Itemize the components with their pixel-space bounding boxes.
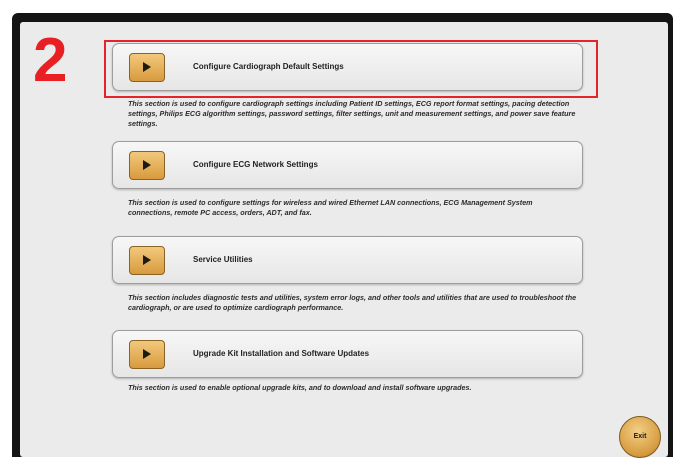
highlight-box	[104, 40, 598, 98]
section-button-label: Service Utilities	[193, 255, 253, 264]
section-description: This section includes diagnostic tests a…	[128, 293, 577, 312]
play-icon	[129, 340, 165, 369]
upgrade-kit-installation-button[interactable]: Upgrade Kit Installation and Software Up…	[112, 330, 583, 378]
play-icon	[129, 246, 165, 275]
section-description: This section is used to configure cardio…	[128, 99, 576, 128]
section-description: This section is used to enable optional …	[128, 383, 472, 392]
section-description: This section is used to configure settin…	[128, 198, 533, 217]
step-number: 2	[33, 26, 68, 95]
play-icon	[129, 151, 165, 180]
service-utilities-button[interactable]: Service Utilities	[112, 236, 583, 284]
section-button-label: Upgrade Kit Installation and Software Up…	[193, 349, 370, 358]
exit-button[interactable]: Exit	[619, 416, 661, 458]
section-button-label: Configure ECG Network Settings	[193, 160, 318, 169]
configure-ecg-network-settings-button[interactable]: Configure ECG Network Settings	[112, 141, 583, 189]
